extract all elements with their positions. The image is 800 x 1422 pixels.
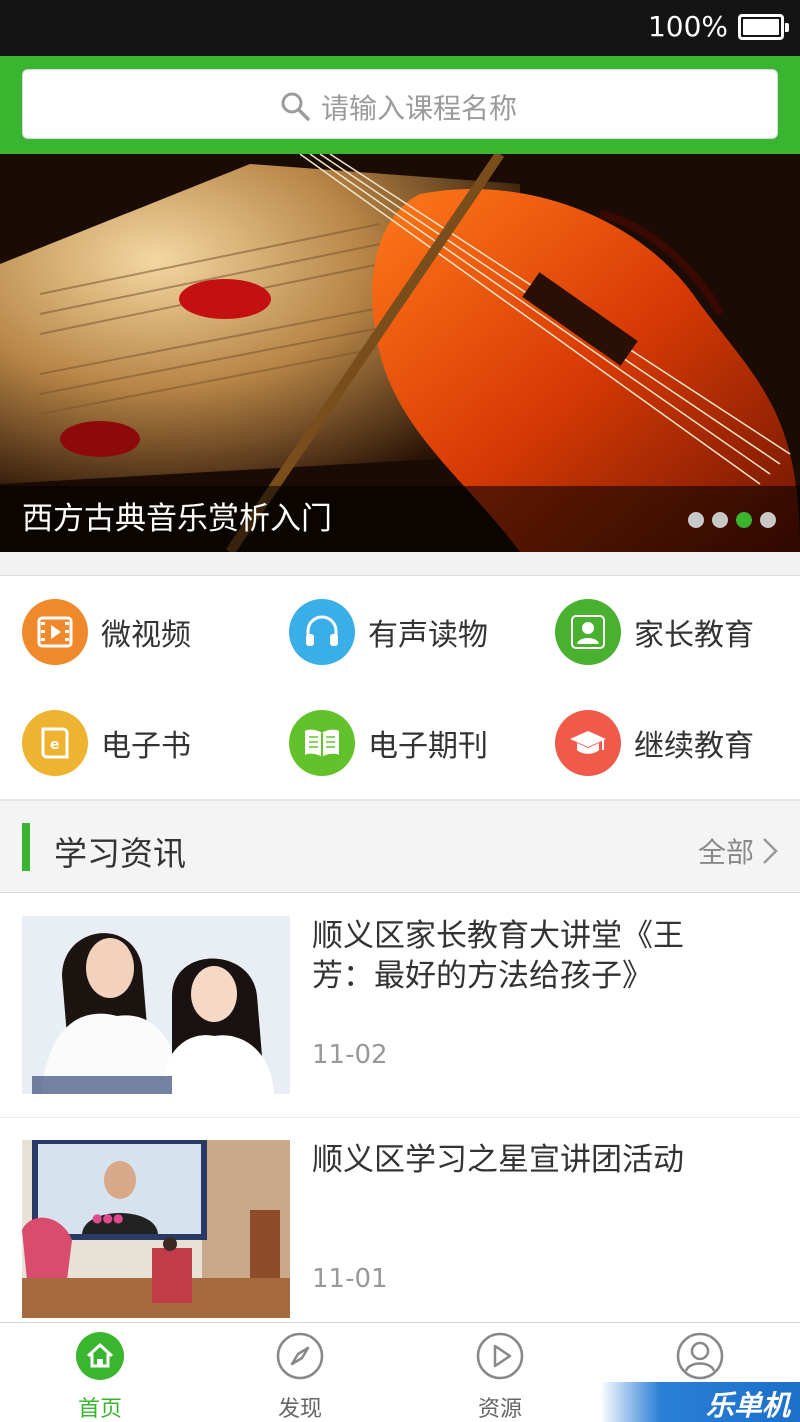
category-label: 有声读物: [368, 618, 488, 653]
tab-label: 发现: [277, 1397, 322, 1422]
news-section-header: 学习资讯 全部: [0, 801, 800, 893]
divider: [0, 552, 800, 576]
news-thumbnail: [22, 916, 290, 1094]
search-icon: [281, 92, 310, 121]
headphones-icon: [289, 599, 355, 665]
section-accent-bar: [22, 823, 30, 871]
search-placeholder: 请输入课程名称: [321, 92, 518, 125]
category-grid: 微视频 有声读物 家长教育 e 电子书 电子期刊 继续教育: [0, 577, 800, 799]
news-item[interactable]: ●●● 顺义区学习之星宣讲团活动 11-01: [0, 1118, 800, 1342]
news-title: 顺义区学习之星宣讲团活动: [312, 1142, 684, 1178]
category-label: 电子期刊: [368, 729, 488, 764]
news-date: 11-01: [312, 1264, 388, 1294]
category-continuing-education[interactable]: 继续教育: [555, 708, 754, 778]
carousel-dot-active[interactable]: [736, 512, 752, 528]
search-header: 请输入课程名称: [0, 56, 800, 154]
battery-icon: [738, 14, 789, 40]
section-title: 学习资讯: [54, 834, 186, 873]
film-icon: [22, 599, 88, 665]
news-date: 11-02: [312, 1040, 388, 1070]
search-input[interactable]: 请输入课程名称: [22, 69, 778, 139]
news-title: 顺义区家长教育大讲堂《王芳：最好的方法给孩子》: [312, 918, 684, 994]
carousel-dot[interactable]: [760, 512, 776, 528]
svg-text:e: e: [50, 737, 60, 753]
category-audiobooks[interactable]: 有声读物: [289, 597, 488, 667]
category-label: 电子书: [101, 729, 191, 764]
user-icon: [676, 1332, 724, 1380]
category-label: 微视频: [101, 618, 191, 653]
view-all-label: 全部: [697, 836, 754, 869]
tab-resources[interactable]: 资源: [400, 1323, 600, 1422]
carousel-indicator: [688, 512, 776, 528]
carousel-dot[interactable]: [712, 512, 728, 528]
banner-carousel[interactable]: 西方古典音乐赏析入门: [0, 154, 800, 552]
category-ejournals[interactable]: 电子期刊: [289, 708, 488, 778]
chevron-right-icon: [763, 838, 778, 864]
watermark-text: 乐单机: [705, 1389, 790, 1422]
news-item[interactable]: 顺义区家长教育大讲堂《王芳：最好的方法给孩子》 11-02: [0, 894, 800, 1118]
status-bar: 100%: [0, 0, 800, 56]
category-label: 家长教育: [634, 618, 754, 653]
news-thumbnail: ●●●: [22, 1140, 290, 1318]
graduation-cap-icon: [555, 710, 621, 776]
watermark-logo: 乐单机: [600, 1382, 800, 1422]
category-parent-education[interactable]: 家长教育: [555, 597, 754, 667]
tab-label: 资源: [477, 1397, 522, 1422]
play-icon: [476, 1332, 524, 1380]
open-book-icon: [289, 710, 355, 776]
category-ebooks[interactable]: e 电子书: [22, 708, 191, 778]
category-label: 继续教育: [634, 729, 754, 764]
ebook-icon: e: [22, 710, 88, 776]
person-icon: [555, 599, 621, 665]
tab-home[interactable]: 首页: [0, 1323, 200, 1422]
carousel-dot[interactable]: [688, 512, 704, 528]
home-icon: [76, 1332, 124, 1380]
banner-caption: 西方古典音乐赏析入门: [22, 501, 332, 537]
svg-text:●●●: ●●●: [92, 1211, 123, 1225]
category-micro-video[interactable]: 微视频: [22, 597, 191, 667]
tab-label: 首页: [77, 1397, 122, 1422]
battery-percentage: 100%: [647, 10, 728, 43]
tab-discover[interactable]: 发现: [200, 1323, 400, 1422]
view-all-link[interactable]: 全部: [698, 831, 778, 871]
compass-icon: [276, 1332, 324, 1380]
